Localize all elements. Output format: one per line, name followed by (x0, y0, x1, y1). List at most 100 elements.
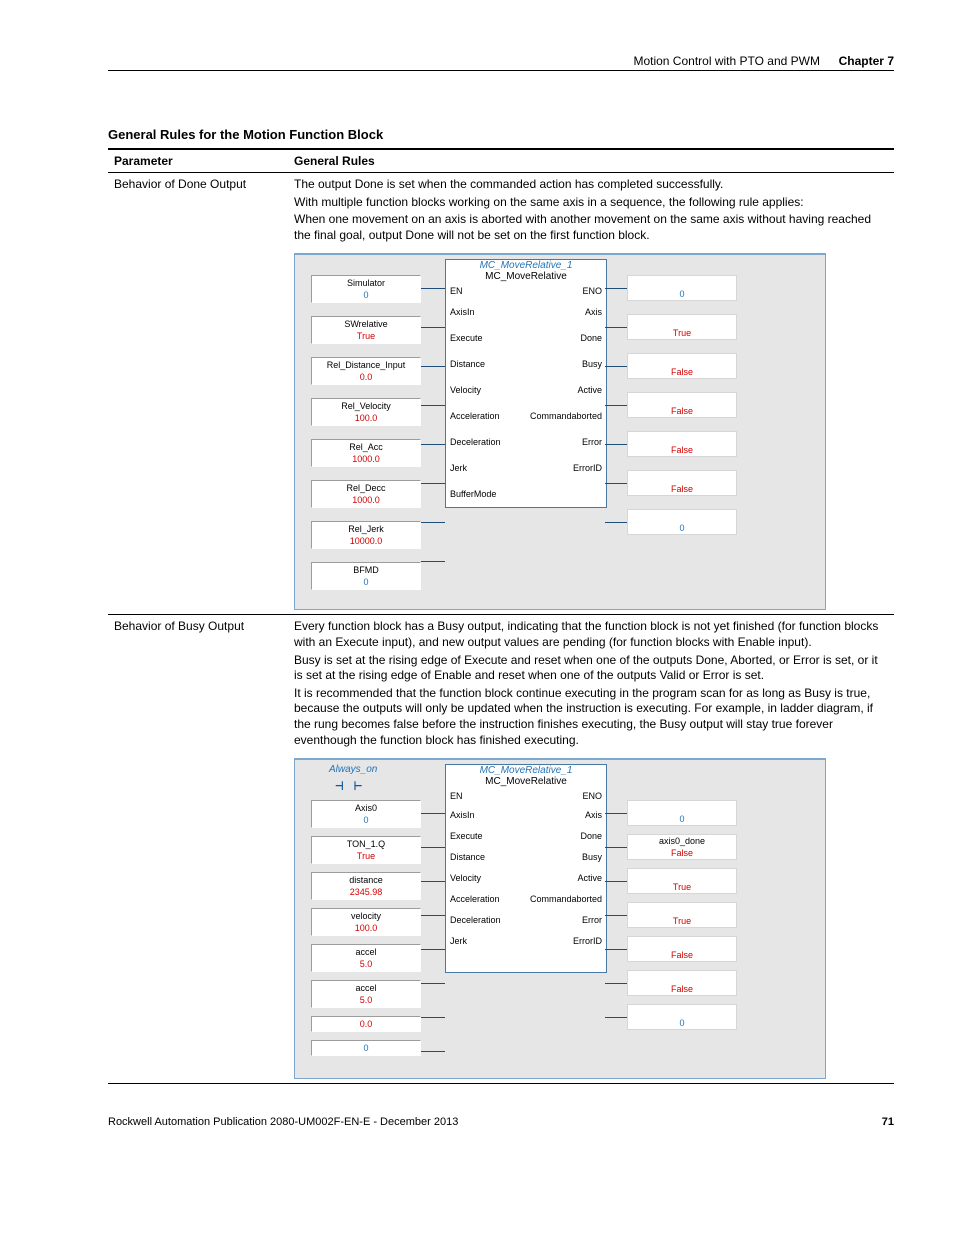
rule-paragraph: Every function block has a Busy output, … (294, 619, 888, 650)
output-label (627, 471, 737, 483)
table-row-rules: The output Done is set when the commande… (288, 173, 894, 615)
fb-instance-name: MC_MoveRelative_1 (446, 765, 606, 776)
output-label (627, 937, 737, 949)
output-box: 0 (627, 800, 737, 826)
output-label (627, 432, 737, 444)
pin-left: Deceleration (450, 915, 501, 925)
header-title: Motion Control with PTO and PWM (633, 54, 820, 68)
input-box: Rel_Velocity100.0 (311, 398, 421, 426)
pin-right: Axis (585, 307, 602, 317)
pin-right: Commandaborted (530, 411, 602, 421)
always-on-label: Always_on (329, 764, 377, 775)
output-label (627, 276, 737, 288)
output-box: False (627, 970, 737, 996)
rule-paragraph: The output Done is set when the commande… (294, 177, 888, 193)
fb-diagram: MC_MoveRelative_1MC_MoveRelativeENENOAxi… (294, 253, 826, 610)
input-box: accel5.0 (311, 944, 421, 972)
pin-left: Jerk (450, 936, 467, 946)
pin-right: Done (580, 831, 602, 841)
input-box: Rel_Distance_Input0.0 (311, 357, 421, 385)
th-rules: General Rules (288, 149, 894, 173)
page-footer: Rockwell Automation Publication 2080-UM0… (108, 1116, 894, 1128)
pin-left: AxisIn (450, 307, 475, 317)
output-label: axis0_done (627, 835, 737, 847)
output-label (627, 393, 737, 405)
pin-left: Distance (450, 852, 485, 862)
pin-en: EN (450, 286, 463, 296)
input-value: 100.0 (312, 922, 420, 934)
pin-eno: ENO (582, 286, 602, 296)
output-box: True (627, 868, 737, 894)
output-box: 0 (627, 509, 737, 535)
section-title: General Rules for the Motion Function Bl… (108, 127, 894, 142)
output-box: 0 (627, 1004, 737, 1030)
th-parameter: Parameter (108, 149, 288, 173)
input-box: distance2345.98 (311, 872, 421, 900)
input-box: BFMD0 (311, 562, 421, 590)
pin-right: ErrorID (573, 463, 602, 473)
input-value: True (312, 330, 420, 342)
input-box: Simulator0 (311, 275, 421, 303)
header-rule (108, 70, 894, 71)
fb-type-name: MC_MoveRelative (446, 776, 606, 787)
input-box: Rel_Acc1000.0 (311, 439, 421, 467)
pin-right: Active (577, 385, 602, 395)
pin-right: Error (582, 437, 602, 447)
input-label: distance (312, 874, 420, 886)
pin-left: Execute (450, 831, 483, 841)
output-value: True (627, 915, 737, 927)
fb-type-name: MC_MoveRelative (446, 271, 606, 282)
pin-left: Execute (450, 333, 483, 343)
input-box: TON_1.QTrue (311, 836, 421, 864)
function-block: MC_MoveRelative_1MC_MoveRelativeENENOAxi… (445, 259, 607, 508)
output-box: False (627, 431, 737, 457)
input-value: 1000.0 (312, 453, 420, 465)
output-value: 0 (627, 813, 737, 825)
pin-left: Velocity (450, 385, 481, 395)
input-stack: Simulator0 SWrelativeTrue Rel_Distance_Inp… (311, 275, 421, 603)
output-box: False (627, 470, 737, 496)
input-value: 2345.98 (312, 886, 420, 898)
input-label: Rel_Jerk (312, 523, 420, 535)
pin-right: Busy (582, 852, 602, 862)
output-value: True (627, 881, 737, 893)
input-label: Rel_Acc (312, 441, 420, 453)
output-label (627, 801, 737, 813)
input-label: BFMD (312, 564, 420, 576)
input-label: velocity (312, 910, 420, 922)
rule-paragraph: Busy is set at the rising edge of Execut… (294, 653, 888, 684)
table-row-rules: Every function block has a Busy output, … (288, 615, 894, 1084)
input-label: SWrelative (312, 318, 420, 330)
output-value: False (627, 366, 737, 378)
header-sep (826, 54, 833, 68)
output-label (627, 510, 737, 522)
input-value: True (312, 850, 420, 862)
output-value: False (627, 983, 737, 995)
output-value: False (627, 483, 737, 495)
input-value: 0 (312, 576, 420, 588)
output-value: True (627, 327, 737, 339)
input-box: Axis00 (311, 800, 421, 828)
output-value: 0 (627, 288, 737, 300)
pin-left: Velocity (450, 873, 481, 883)
input-label: Rel_Velocity (312, 400, 420, 412)
pin-right: ErrorID (573, 936, 602, 946)
header-chapter: Chapter 7 (839, 54, 894, 68)
table-row-param: Behavior of Done Output (108, 173, 288, 615)
footer-page: 71 (882, 1116, 894, 1128)
output-box: 0 (627, 275, 737, 301)
input-value: 0 (312, 814, 420, 826)
pin-left: BufferMode (450, 489, 496, 499)
output-box: True (627, 902, 737, 928)
pin-left: Deceleration (450, 437, 501, 447)
pin-right: Error (582, 915, 602, 925)
output-value: False (627, 847, 737, 859)
input-label: Rel_Decc (312, 482, 420, 494)
input-box: accel5.0 (311, 980, 421, 1008)
rule-paragraph: When one movement on an axis is aborted … (294, 212, 888, 243)
input-value: 5.0 (312, 958, 420, 970)
rule-paragraph: With multiple function blocks working on… (294, 195, 888, 211)
input-value: 0.0 (312, 1018, 420, 1030)
output-value: False (627, 405, 737, 417)
pin-right: Busy (582, 359, 602, 369)
